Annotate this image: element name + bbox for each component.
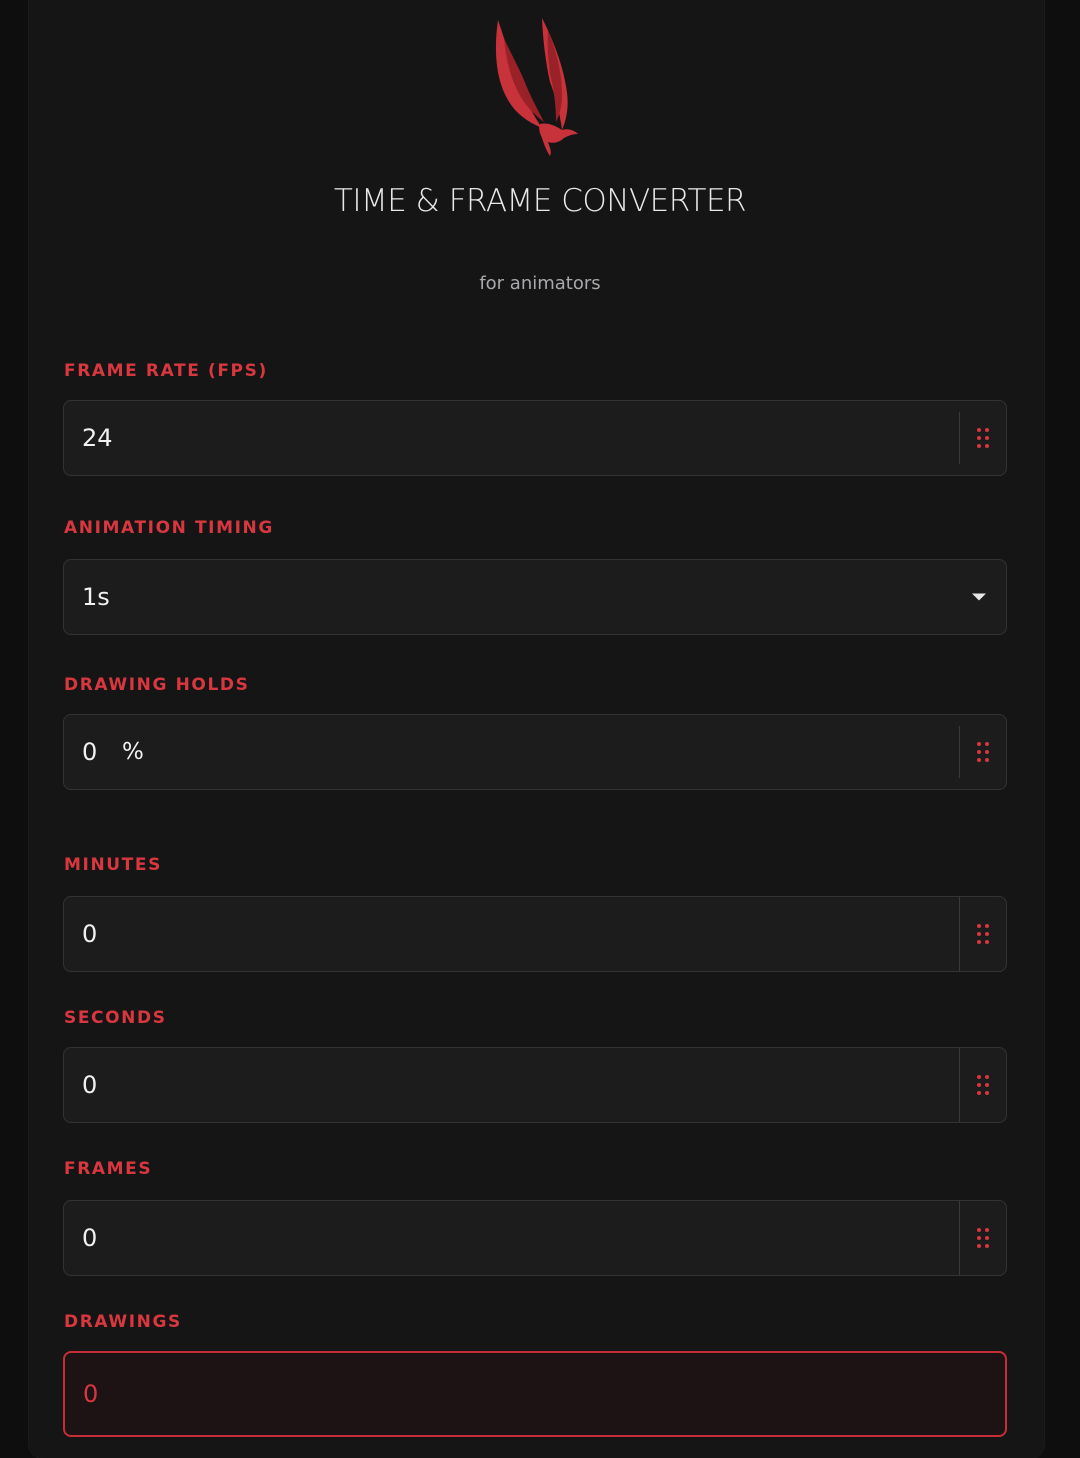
page-title: TIME & FRAME CONVERTER: [333, 183, 747, 219]
timing-value: 1s: [82, 583, 110, 611]
fps-label: FRAME RATE (FPS): [64, 361, 268, 381]
fps-drag-handle[interactable]: [959, 412, 1006, 464]
page-subtitle: for animators: [479, 273, 601, 294]
seconds-drag-handle[interactable]: [959, 1048, 1006, 1122]
minutes-input[interactable]: 0: [63, 896, 1007, 972]
holds-input[interactable]: 0 %: [63, 714, 1007, 790]
timing-label: ANIMATION TIMING: [64, 518, 274, 538]
holds-drag-handle[interactable]: [959, 726, 1006, 778]
drawings-output: 0: [63, 1351, 1007, 1437]
drag-handle-icon: [977, 1075, 989, 1095]
seconds-label: SECONDS: [64, 1008, 167, 1028]
drag-handle-icon: [977, 924, 989, 944]
seconds-input[interactable]: 0: [63, 1047, 1007, 1123]
frames-value: 0: [82, 1224, 98, 1252]
drag-handle-icon: [977, 742, 989, 762]
drawings-label: DRAWINGS: [64, 1312, 182, 1332]
drawings-value: 0: [83, 1380, 99, 1408]
minutes-label: MINUTES: [64, 855, 162, 875]
frames-drag-handle[interactable]: [959, 1201, 1006, 1275]
frames-label: FRAMES: [64, 1159, 153, 1179]
seconds-value: 0: [82, 1071, 98, 1099]
drag-handle-icon: [977, 428, 989, 448]
frames-input[interactable]: 0: [63, 1200, 1007, 1276]
drag-handle-icon: [977, 1228, 989, 1248]
minutes-drag-handle[interactable]: [959, 897, 1006, 971]
chevron-down-icon: [972, 593, 986, 601]
minutes-value: 0: [82, 920, 98, 948]
holds-value: 0: [82, 738, 98, 766]
timing-select[interactable]: 1s: [63, 559, 1007, 635]
fps-value: 24: [82, 424, 113, 452]
percent-suffix: %: [122, 739, 144, 765]
holds-label: DRAWING HOLDS: [64, 675, 250, 695]
phoenix-logo-icon: [495, 18, 578, 156]
fps-input[interactable]: 24: [63, 400, 1007, 476]
